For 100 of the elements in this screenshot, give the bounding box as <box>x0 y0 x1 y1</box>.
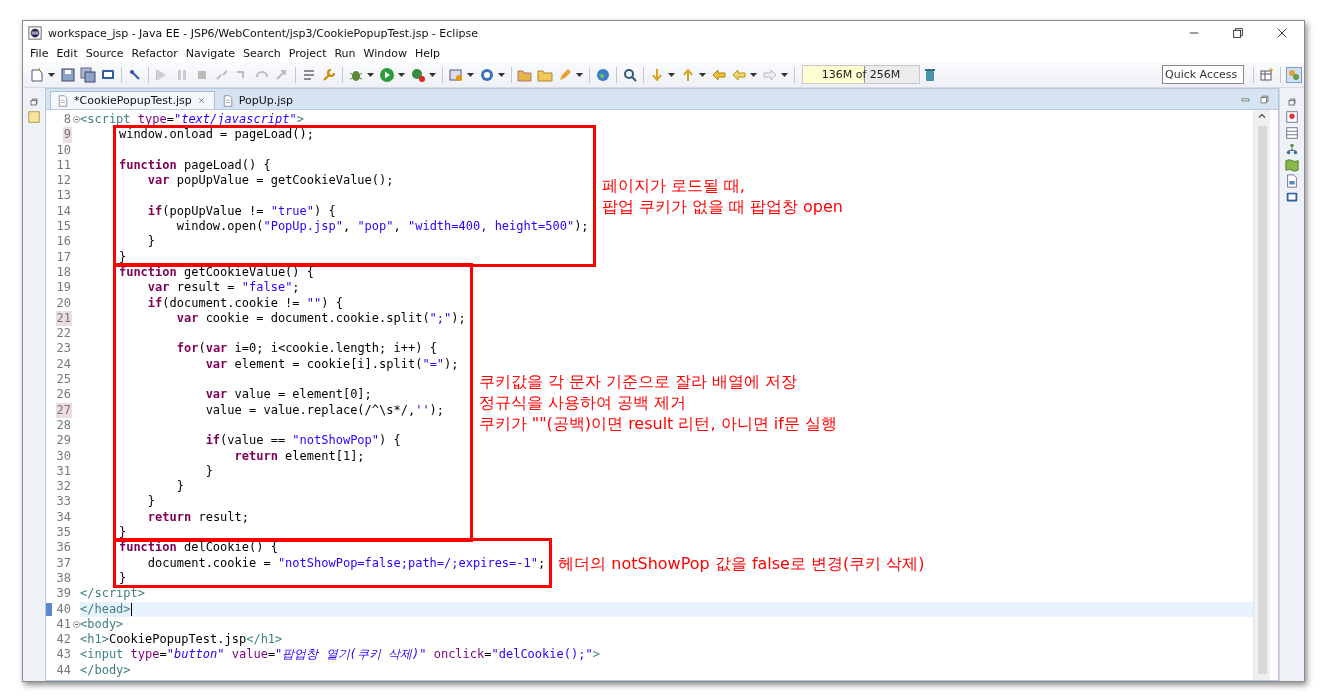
menu-item[interactable]: Source <box>81 47 128 60</box>
maximize-icon[interactable] <box>1231 26 1245 40</box>
line-number: 34 <box>55 509 72 525</box>
hierarchy-icon[interactable] <box>1285 142 1299 156</box>
line-number: 20 <box>55 295 72 311</box>
caret-icon[interactable] <box>429 72 436 77</box>
maximize-icon[interactable] <box>1259 93 1270 105</box>
menu-item[interactable]: Help <box>410 47 444 60</box>
annotation-text: 정규식을 사용하여 공백 제거 <box>478 392 687 414</box>
fold-icon[interactable] <box>72 116 80 124</box>
menu-item[interactable]: Search <box>239 47 285 60</box>
code-line: <input type="button" value="팝업창 열기(쿠키 삭제)" onclick="delCookie();"> <box>80 647 601 663</box>
caret-icon[interactable] <box>467 72 474 77</box>
close-icon[interactable] <box>1275 26 1289 40</box>
menu-item[interactable]: Project <box>284 47 331 60</box>
editor-tab[interactable]: PopUp.jsp <box>214 91 300 109</box>
caret-icon[interactable] <box>668 72 675 77</box>
code-line: } <box>117 525 128 541</box>
line-number: 30 <box>55 448 72 464</box>
menu-item[interactable]: Window <box>359 47 411 60</box>
code-line: </body> <box>80 662 132 678</box>
line-number: 11 <box>55 157 72 174</box>
line-number: 21 <box>55 310 72 327</box>
memory-indicator[interactable]: 136M of 256M <box>802 65 920 84</box>
line-number: 9 <box>62 127 72 143</box>
line-number: 37 <box>55 555 72 571</box>
caret-icon[interactable] <box>781 72 788 77</box>
caret-icon[interactable] <box>498 72 505 77</box>
scrollbar[interactable] <box>1253 110 1270 680</box>
globe-icon[interactable] <box>595 66 611 83</box>
line-number: 27 <box>55 402 72 418</box>
line-number: 33 <box>55 494 72 510</box>
perspective-icon[interactable] <box>1286 66 1302 83</box>
caret-icon[interactable] <box>576 72 583 77</box>
code-line: } <box>204 463 214 480</box>
trash-icon[interactable] <box>922 66 938 83</box>
save-all-icon[interactable] <box>80 66 96 83</box>
line-number: 28 <box>55 417 72 434</box>
menu-item[interactable]: Edit <box>52 47 82 60</box>
annotation-text: 쿠키값을 각 문자 기준으로 잘라 배열에 저장 <box>478 371 799 393</box>
code-line: function getCookieValue() { <box>117 264 316 281</box>
restore-icon[interactable] <box>1286 96 1298 108</box>
code-line: } <box>175 479 185 495</box>
code-line: } <box>117 249 128 265</box>
console-icon[interactable] <box>1285 190 1299 204</box>
line-number: 14 <box>55 203 72 220</box>
line-number: 16 <box>55 234 72 250</box>
line-number: 13 <box>55 188 72 204</box>
menu-item[interactable]: Refactor <box>127 47 182 60</box>
line-number: 8 <box>62 112 72 128</box>
code-line: <body> <box>80 616 125 633</box>
image-icon[interactable] <box>1285 110 1299 124</box>
table-icon[interactable] <box>1285 126 1299 140</box>
wrench-icon[interactable] <box>321 66 337 83</box>
code-line: } <box>146 234 157 250</box>
code-line: <h1>CookiePopupTest.jsp</h1> <box>80 632 284 648</box>
line-number: 19 <box>55 280 72 296</box>
menu-item[interactable]: Navigate <box>181 47 239 60</box>
code-line: for(var i=0; i<cookie.length; i++) { <box>175 341 438 357</box>
fold-icon[interactable] <box>72 620 80 628</box>
line-number: 43 <box>55 647 72 663</box>
code-line: function delCookie() { <box>117 540 279 556</box>
code-line: } <box>117 570 128 587</box>
code-line: var element = cookie[i].split("="); <box>204 356 460 373</box>
code-line: window.onload = pageLoad(); <box>117 127 315 143</box>
code-line: <script type="text/javascript"> <box>80 112 305 128</box>
caret-icon[interactable] <box>699 72 706 77</box>
open-perspective-icon[interactable] <box>1259 66 1275 83</box>
restore-icon[interactable] <box>28 96 40 108</box>
quick-access-field[interactable]: Quick Access <box>1162 65 1244 84</box>
file-icon <box>221 94 234 107</box>
line-number: 32 <box>55 479 72 495</box>
annotation-text: 팝업 쿠키가 없을 때 팝업창 open <box>601 196 843 218</box>
editor-tab[interactable]: *CookiePopupTest.jsp <box>50 91 215 109</box>
caret-icon[interactable] <box>750 72 757 77</box>
code-line: if(popUpValue != "true") { <box>146 203 337 220</box>
code-line: function pageLoad() { <box>117 157 272 174</box>
window-title: workspace_jsp - Java EE - JSP6/WebContent/jsp3/CookiePopupTest.jsp - Eclipse <box>48 26 479 40</box>
line-number: 35 <box>55 525 72 541</box>
code-line: var cookie = document.cookie.split(";"); <box>175 310 466 327</box>
line-number: 22 <box>55 326 72 342</box>
line-number: 23 <box>55 341 72 357</box>
code-line: window.open("PopUp.jsp", "pop", "width=400, height=500"); <box>175 219 589 235</box>
caret-icon[interactable] <box>367 72 374 77</box>
caret-icon[interactable] <box>48 72 55 77</box>
text-cursor <box>130 602 132 616</box>
caret-icon[interactable] <box>398 72 405 77</box>
line-number: 40 <box>55 601 72 617</box>
line-number: 25 <box>55 372 72 388</box>
search-icon[interactable] <box>622 66 638 83</box>
code-line: return result; <box>146 509 250 525</box>
document-icon[interactable] <box>1285 174 1299 188</box>
code-line: document.cookie = "notShowPop=false;path=/;expires=-1"; <box>146 555 546 571</box>
code-line: var value = element[0]; <box>204 387 373 403</box>
line-number: 12 <box>55 173 72 189</box>
save-icon[interactable] <box>60 66 76 83</box>
menu-item[interactable]: Run <box>330 47 360 60</box>
map-icon[interactable] <box>1285 158 1299 172</box>
code-line: var popUpValue = getCookieValue(); <box>146 173 395 189</box>
menu-item[interactable]: File <box>26 47 53 60</box>
